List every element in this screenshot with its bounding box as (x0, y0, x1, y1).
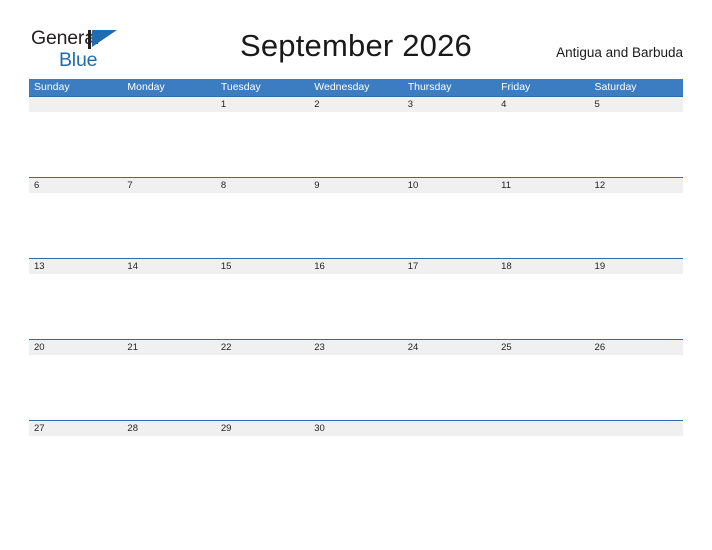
page-header: General Blue September 2026 Antigua and … (0, 0, 712, 78)
day-cell[interactable] (590, 421, 683, 436)
week-event-area[interactable] (29, 274, 683, 339)
day-cell[interactable]: 22 (216, 340, 309, 355)
weekday-header-thursday: Thursday (407, 81, 452, 93)
day-cell[interactable]: 7 (122, 178, 215, 193)
day-cell[interactable]: 17 (403, 259, 496, 274)
calendar-grid: Sunday Monday Tuesday Wednesday Thursday… (29, 79, 683, 501)
day-cell[interactable]: 11 (496, 178, 589, 193)
day-cell[interactable]: 21 (122, 340, 215, 355)
week-event-area[interactable] (29, 436, 683, 501)
day-cell[interactable]: 23 (309, 340, 402, 355)
day-cell[interactable]: 4 (496, 97, 589, 112)
week-date-band: 27 28 29 30 (29, 420, 683, 436)
day-cell[interactable]: 1 (216, 97, 309, 112)
day-cell[interactable]: 20 (29, 340, 122, 355)
week-row: 6 7 8 9 10 11 12 (29, 177, 683, 258)
day-cell[interactable]: 2 (309, 97, 402, 112)
week-row: 20 21 22 23 24 25 26 (29, 339, 683, 420)
day-cell[interactable]: 10 (403, 178, 496, 193)
calendar-page: General Blue September 2026 Antigua and … (0, 0, 712, 550)
day-cell[interactable]: 14 (122, 259, 215, 274)
week-date-band: 20 21 22 23 24 25 26 (29, 339, 683, 355)
week-date-band: 1 2 3 4 5 (29, 96, 683, 112)
locale-label: Antigua and Barbuda (556, 45, 683, 60)
day-cell[interactable]: 9 (309, 178, 402, 193)
day-cell[interactable]: 12 (590, 178, 683, 193)
weekday-header-row: Sunday Monday Tuesday Wednesday Thursday… (29, 79, 683, 96)
day-cell[interactable]: 15 (216, 259, 309, 274)
day-cell[interactable]: 19 (590, 259, 683, 274)
day-cell[interactable]: 3 (403, 97, 496, 112)
day-cell[interactable]: 27 (29, 421, 122, 436)
week-row: 1 2 3 4 5 (29, 96, 683, 177)
week-event-area[interactable] (29, 355, 683, 420)
week-row: 27 28 29 30 (29, 420, 683, 501)
day-cell[interactable] (496, 421, 589, 436)
day-cell[interactable]: 18 (496, 259, 589, 274)
day-cell[interactable]: 5 (590, 97, 683, 112)
week-date-band: 13 14 15 16 17 18 19 (29, 258, 683, 274)
week-event-area[interactable] (29, 193, 683, 258)
day-cell[interactable]: 13 (29, 259, 122, 274)
week-event-area[interactable] (29, 112, 683, 177)
day-cell[interactable] (122, 97, 215, 112)
week-row: 13 14 15 16 17 18 19 (29, 258, 683, 339)
day-cell[interactable]: 16 (309, 259, 402, 274)
weekday-header-monday: Monday (127, 81, 165, 93)
day-cell[interactable]: 30 (309, 421, 402, 436)
day-cell[interactable] (403, 421, 496, 436)
day-cell[interactable]: 8 (216, 178, 309, 193)
weekday-header-saturday: Saturday (594, 81, 637, 93)
day-cell[interactable]: 6 (29, 178, 122, 193)
day-cell[interactable] (29, 97, 122, 112)
day-cell[interactable]: 24 (403, 340, 496, 355)
weekday-header-friday: Friday (501, 81, 531, 93)
day-cell[interactable]: 28 (122, 421, 215, 436)
day-cell[interactable]: 29 (216, 421, 309, 436)
week-date-band: 6 7 8 9 10 11 12 (29, 177, 683, 193)
weekday-header-sunday: Sunday (34, 81, 70, 93)
day-cell[interactable]: 25 (496, 340, 589, 355)
weekday-header-tuesday: Tuesday (220, 81, 261, 93)
day-cell[interactable]: 26 (590, 340, 683, 355)
weekday-header-wednesday: Wednesday (314, 81, 370, 93)
